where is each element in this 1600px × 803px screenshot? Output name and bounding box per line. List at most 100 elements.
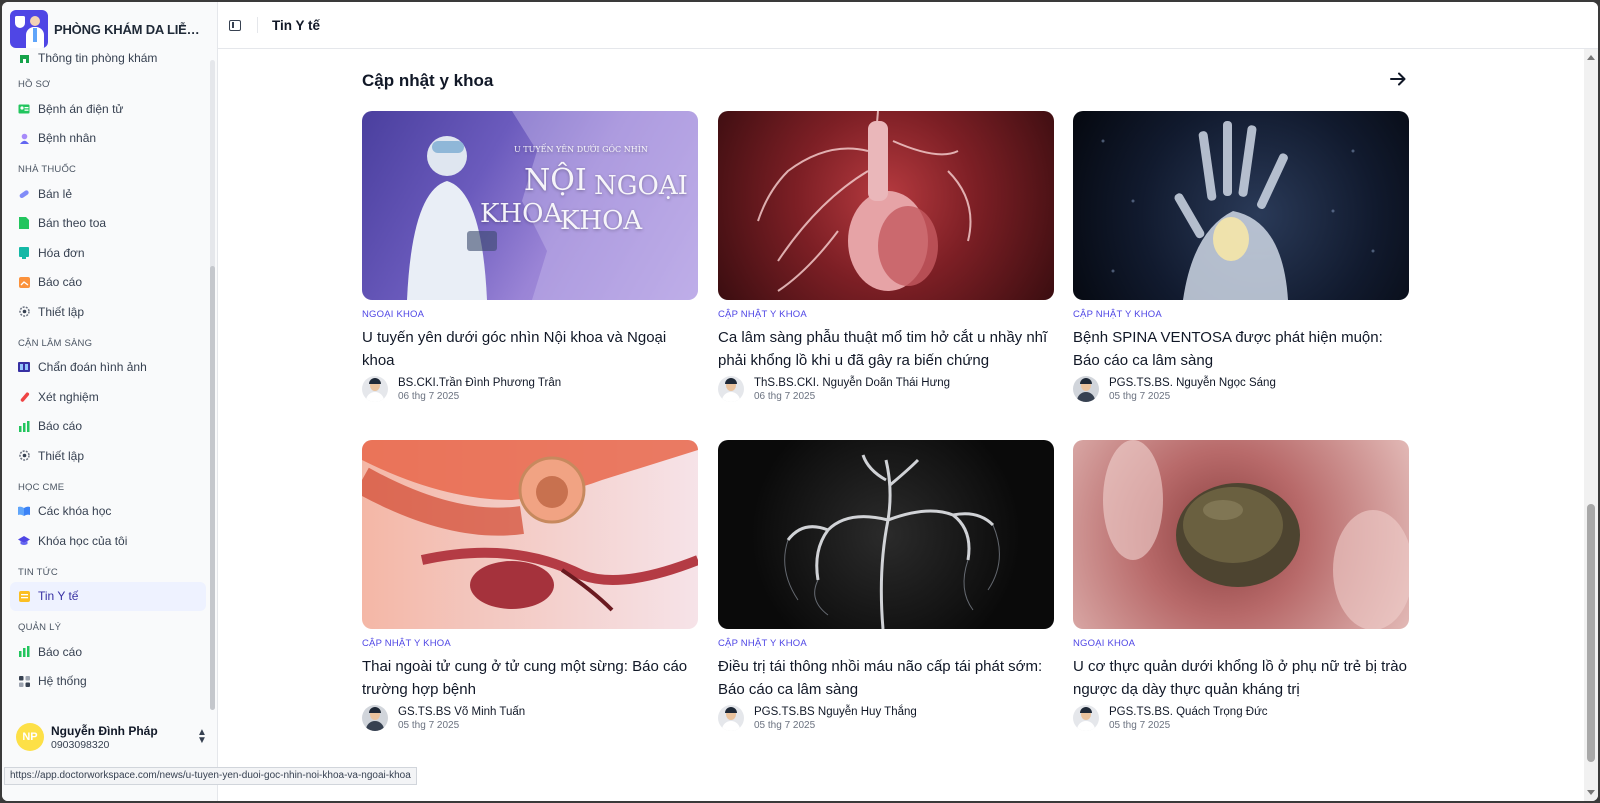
sidebar-item-pharmacy-settings[interactable]: Thiết lập [10,297,206,327]
sidebar-item-label: Hệ thống [38,674,87,689]
author-avatar [1073,376,1099,402]
sidebar-item-label: Thiết lập [38,448,85,463]
article-card[interactable]: NGOẠI KHOA U cơ thực quản dưới khổng lồ … [1073,440,1409,731]
sidebar-item-health-news[interactable]: Tin Y tế [10,581,206,611]
sidebar-item-prescription-sale[interactable]: Bán theo toa [10,209,206,239]
sidebar-item-retail[interactable]: Bán lẻ [10,179,206,209]
nav-group-label: QUẢN LÝ [18,622,62,633]
author-name: BS.CKI.Trần Đình Phương Trân [398,376,562,389]
sidebar-item-my-courses[interactable]: Khóa học của tôi [10,526,206,556]
clinic-logo-icon [10,10,48,48]
thumbnail-text: NGOẠI [594,171,688,201]
article-title[interactable]: U tuyến yên dưới góc nhìn Nội khoa và Ng… [362,326,698,372]
page-scrollbar[interactable] [1584,49,1598,801]
sidebar-item-label: Bệnh án điện tử [38,101,124,116]
sidebar-item-pharmacy-report[interactable]: Báo cáo [10,268,206,298]
sidebar-item-courses[interactable]: Các khóa học [10,497,206,527]
building-icon [18,52,30,64]
author-avatar [362,376,388,402]
sidebar-item-lab-report[interactable]: Báo cáo [10,412,206,442]
sidebar-item-label: Bệnh nhân [38,131,97,146]
author-name: PGS.TS.BS. Quách Trọng Đức [1109,705,1268,718]
sidebar-item-clinic-info[interactable]: Thông tin phòng khám [10,52,206,68]
id-card-icon [18,103,30,115]
article-thumbnail[interactable] [1073,440,1409,629]
clinic-name: PHÒNG KHÁM DA LIỄU BÁ... [54,21,206,37]
top-header: Tin Y tế [218,2,1598,49]
sidebar-item-label: Khóa học của tôi [38,533,128,548]
nav-group-label: CẬN LÂM SÀNG [18,337,93,349]
author-name: GS.TS.BS Võ Minh Tuấn [398,705,526,718]
sidebar-item-lab-settings[interactable]: Thiết lập [10,441,206,471]
bar-chart-icon [18,420,30,432]
nav-group-label: HỒ SƠ [18,79,51,90]
chevron-up-down-icon[interactable]: ▲ ▼ [194,728,210,746]
imaging-icon [18,361,30,373]
article-thumbnail[interactable] [1073,111,1409,300]
article-category[interactable]: CẬP NHẬT Y KHOA [718,638,1054,649]
article-author: ThS.BS.CKI. Nguyễn Doãn Thái Hưng 06 thg… [718,376,1054,402]
article-thumbnail[interactable] [362,440,698,629]
scroll-down-icon[interactable] [1587,790,1595,795]
sidebar-item-label: Xét nghiệm [38,389,99,404]
gear-icon [18,306,30,318]
scroll-up-icon[interactable] [1587,55,1595,60]
pill-icon [18,188,30,200]
invoice-icon [18,246,30,259]
article-author: BS.CKI.Trần Đình Phương Trân 06 thg 7 20… [362,376,698,402]
article-thumbnail[interactable] [718,111,1054,300]
sidebar-item-imaging[interactable]: Chẩn đoán hình ảnh [10,353,206,383]
prescription-icon [18,217,30,230]
article-card[interactable]: CẬP NHẬT Y KHOA Ca lâm sàng phẫu thuật m… [718,111,1054,402]
report-icon [18,276,30,288]
article-category[interactable]: NGOẠI KHOA [1073,638,1409,649]
sidebar-item-label: Hóa đơn [38,245,85,260]
author-avatar [718,705,744,731]
article-title[interactable]: Thai ngoài tử cung ở tử cung một sừng: B… [362,655,698,701]
article-category[interactable]: CẬP NHẬT Y KHOA [718,309,1054,320]
article-category[interactable]: CẬP NHẬT Y KHOA [1073,309,1409,320]
article-title[interactable]: Điều trị tái thông nhồi máu não cấp tái … [718,655,1054,701]
article-category[interactable]: CẬP NHẬT Y KHOA [362,638,698,649]
scrollbar-thumb[interactable] [1587,504,1595,762]
article-thumbnail[interactable]: U TUYẾN YÊN DƯỚI GÓC NHÌN NỘI NGOẠI KHOA… [362,111,698,300]
article-card[interactable]: CẬP NHẬT Y KHOA Bệnh SPINA VENTOSA được … [1073,111,1409,402]
article-thumbnail[interactable] [718,440,1054,629]
sidebar-item-admin-report[interactable]: Báo cáo [10,637,206,667]
author-name: PGS.TS.BS. Nguyễn Ngọc Sáng [1109,376,1276,389]
sidebar-item-patients[interactable]: Bệnh nhân [10,124,206,154]
app-window: PHÒNG KHÁM DA LIỄU BÁ... Thông tin phòng… [2,2,1598,801]
publish-date: 05 thg 7 2025 [1109,390,1171,402]
sidebar-item-label: Thiết lập [38,304,85,319]
sidebar-item-emr[interactable]: Bệnh án điện tử [10,94,206,124]
user-menu[interactable]: NP Nguyễn Đình Pháp 0903098320 ▲ ▼ [10,714,210,760]
gear-icon [18,450,30,462]
sidebar-nav: Thông tin phòng khám HỒ SƠ Bệnh án điện … [10,52,206,712]
header-divider [257,17,258,33]
article-card[interactable]: U TUYẾN YÊN DƯỚI GÓC NHÌN NỘI NGOẠI KHOA… [362,111,698,402]
publish-date: 06 thg 7 2025 [754,390,816,402]
user-icon [18,132,30,144]
thumbnail-text: NỘI [524,163,587,198]
arrow-right-icon[interactable] [1388,69,1408,89]
sidebar: PHÒNG KHÁM DA LIỄU BÁ... Thông tin phòng… [2,2,218,801]
author-avatar [718,376,744,402]
sidebar-item-system[interactable]: Hệ thống [10,667,206,697]
article-card[interactable]: CẬP NHẬT Y KHOA Thai ngoài tử cung ở tử … [362,440,698,731]
sidebar-toggle-icon[interactable] [229,19,241,31]
grid-icon [18,675,30,687]
brand[interactable]: PHÒNG KHÁM DA LIỄU BÁ... [10,10,216,48]
sidebar-item-invoices[interactable]: Hóa đơn [10,238,206,268]
link-preview-url: https://app.doctorworkspace.com/news/u-t… [4,767,417,785]
sidebar-item-lab-tests[interactable]: Xét nghiệm [10,382,206,412]
bar-chart-icon [18,646,30,658]
sidebar-item-label: Báo cáo [38,275,83,290]
article-category[interactable]: NGOẠI KHOA [362,309,698,320]
article-title[interactable]: Bệnh SPINA VENTOSA được phát hiện muộn: … [1073,326,1409,372]
article-title[interactable]: Ca lâm sàng phẫu thuật mổ tim hở cắt u n… [718,326,1054,372]
test-tube-icon [18,391,30,403]
article-title[interactable]: U cơ thực quản dưới khổng lồ ở phụ nữ tr… [1073,655,1409,701]
thumbnail-text: KHOA [480,199,563,229]
article-card[interactable]: CẬP NHẬT Y KHOA Điều trị tái thông nhồi … [718,440,1054,731]
sidebar-scrollbar[interactable] [210,60,215,710]
